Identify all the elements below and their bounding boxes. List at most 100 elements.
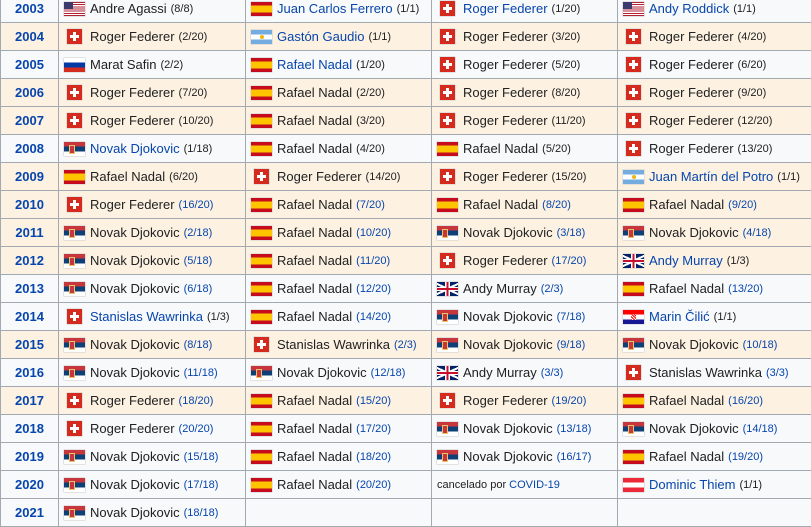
title-count: (8/20) (551, 86, 581, 99)
title-count-link[interactable]: (3/3) (766, 367, 789, 379)
title-count-link[interactable]: (3/18) (557, 227, 586, 239)
year-link[interactable]: 2021 (0, 498, 59, 527)
title-count-link[interactable]: (18/20) (356, 451, 391, 463)
title-count-link[interactable]: (15/20) (356, 395, 391, 407)
serbian-flag-icon (64, 449, 85, 464)
champion-cell: Rafael Nadal (1/20) (245, 50, 432, 79)
spanish-flag-icon (251, 57, 272, 72)
title-count-link[interactable]: (6/18) (184, 283, 213, 295)
russian-flag-icon (64, 57, 85, 72)
player-link[interactable]: Roger Federer (463, 1, 548, 16)
year-link[interactable]: 2018 (0, 414, 59, 443)
title-count-link[interactable]: (5/18) (184, 255, 213, 267)
champion-cell: Roger Federer (12/20) (617, 106, 811, 135)
player-link[interactable]: Gastón Gaudio (277, 29, 364, 44)
title-count: (2/20) (356, 86, 385, 99)
serbian-flag-icon (64, 477, 85, 492)
grand-slam-champions-table: 2003 Andre Agassi (8/8) Juan Carlos Ferrero… (0, 0, 811, 527)
title-count-link[interactable]: (17/18) (184, 479, 219, 491)
title-count-link[interactable]: (15/18) (184, 451, 219, 463)
year-link[interactable]: 2012 (0, 246, 59, 275)
title-count-link[interactable]: (14/18) (743, 423, 778, 435)
year-link[interactable]: 2004 (0, 22, 59, 51)
table-row: 2010 Roger Federer (16/20) Rafael Nadal (7/2… (0, 190, 811, 219)
title-count-link[interactable]: (13/18) (557, 423, 592, 435)
year-link[interactable]: 2011 (0, 218, 59, 247)
player-link[interactable]: Novak Djokovic (90, 141, 180, 156)
player-name: Roger Federer (463, 253, 548, 268)
champion-cell: Novak Djokovic (12/18) (245, 358, 432, 387)
player-link[interactable]: Rafael Nadal (277, 57, 352, 72)
year-link[interactable]: 2014 (0, 302, 59, 331)
player-name: Roger Federer (463, 113, 548, 128)
swiss-flag-icon (440, 29, 455, 44)
title-count-link[interactable]: (19/20) (552, 395, 587, 407)
title-count-link[interactable]: (2/3) (541, 283, 564, 295)
title-count-link[interactable]: (13/20) (728, 283, 763, 295)
title-count-link[interactable]: (12/20) (356, 283, 391, 295)
title-count-link[interactable]: (14/20) (356, 311, 391, 323)
title-count-link[interactable]: (17/20) (356, 423, 391, 435)
title-count-link[interactable]: (2/3) (394, 339, 417, 351)
player-name: Roger Federer (649, 85, 734, 100)
title-count-link[interactable]: (8/20) (542, 199, 571, 211)
title-count-link[interactable]: (10/20) (356, 227, 391, 239)
player-name: Novak Djokovic (463, 337, 553, 352)
year-link[interactable]: 2017 (0, 386, 59, 415)
title-count-link[interactable]: (2/18) (184, 227, 213, 239)
title-count-link[interactable]: (7/20) (356, 199, 385, 211)
spanish-flag-icon (623, 393, 644, 408)
year-link[interactable]: 2005 (0, 50, 59, 79)
year-link[interactable]: 2008 (0, 134, 59, 163)
year-link[interactable]: 2020 (0, 470, 59, 499)
player-link[interactable]: Dominic Thiem (649, 477, 735, 492)
title-count-link[interactable]: (9/20) (728, 199, 757, 211)
swiss-flag-icon (440, 169, 455, 184)
player-link[interactable]: Andy Murray (649, 253, 723, 268)
champion-cell: Novak Djokovic (2/18) (58, 218, 246, 247)
swiss-flag-icon (67, 421, 82, 436)
title-count-link[interactable]: (17/20) (552, 255, 587, 267)
player-link[interactable]: Juan Carlos Ferrero (277, 1, 393, 16)
title-count-link[interactable]: (20/20) (179, 423, 214, 435)
player-link[interactable]: Juan Martín del Potro (649, 169, 773, 184)
title-count-link[interactable]: (12/18) (371, 367, 406, 379)
title-count: (15/20) (551, 170, 587, 183)
title-count-link[interactable]: (18/18) (184, 507, 219, 519)
player-name: Roger Federer (90, 197, 175, 212)
title-count-link[interactable]: (16/20) (179, 199, 214, 211)
player-link[interactable]: Andy Roddick (649, 1, 729, 16)
champion-cell: Roger Federer (4/20) (617, 22, 811, 51)
title-count-link[interactable]: (16/20) (728, 395, 763, 407)
title-count-link[interactable]: (18/20) (179, 395, 214, 407)
year-link[interactable]: 2010 (0, 190, 59, 219)
title-count-link[interactable]: (19/20) (728, 451, 763, 463)
title-count-link[interactable]: (20/20) (356, 479, 391, 491)
title-count-link[interactable]: (16/17) (557, 451, 592, 463)
table-row: 2007 Roger Federer (10/20) Rafael Nadal (3/2… (0, 106, 811, 135)
year-link[interactable]: 2015 (0, 330, 59, 359)
champion-cell: Rafael Nadal (3/20) (245, 106, 432, 135)
title-count-link[interactable]: (7/18) (557, 311, 586, 323)
title-count-link[interactable]: (9/18) (557, 339, 586, 351)
player-link[interactable]: Stanislas Wawrinka (90, 309, 203, 324)
player-link[interactable]: Marin Čilić (649, 309, 710, 324)
year-link[interactable]: 2013 (0, 274, 59, 303)
cancelled-note: cancelado por COVID-19 (437, 479, 560, 491)
title-count-link[interactable]: (3/3) (541, 367, 564, 379)
year-link[interactable]: 2016 (0, 358, 59, 387)
title-count-link[interactable]: (8/18) (184, 339, 213, 351)
year-link[interactable]: 2019 (0, 442, 59, 471)
covid-link[interactable]: COVID-19 (509, 479, 560, 491)
year-link[interactable]: 2007 (0, 106, 59, 135)
title-count-link[interactable]: (10/18) (743, 339, 778, 351)
year-link[interactable]: 2003 (0, 0, 59, 23)
title-count-link[interactable]: (11/20) (356, 255, 390, 267)
title-count-link[interactable]: (4/18) (743, 227, 772, 239)
year-link[interactable]: 2006 (0, 78, 59, 107)
player-name: Rafael Nadal (463, 141, 539, 156)
title-count-link[interactable]: (11/18) (184, 367, 218, 379)
champion-cell: Roger Federer (17/20) (431, 246, 618, 275)
champion-cell (617, 498, 811, 527)
year-link[interactable]: 2009 (0, 162, 59, 191)
